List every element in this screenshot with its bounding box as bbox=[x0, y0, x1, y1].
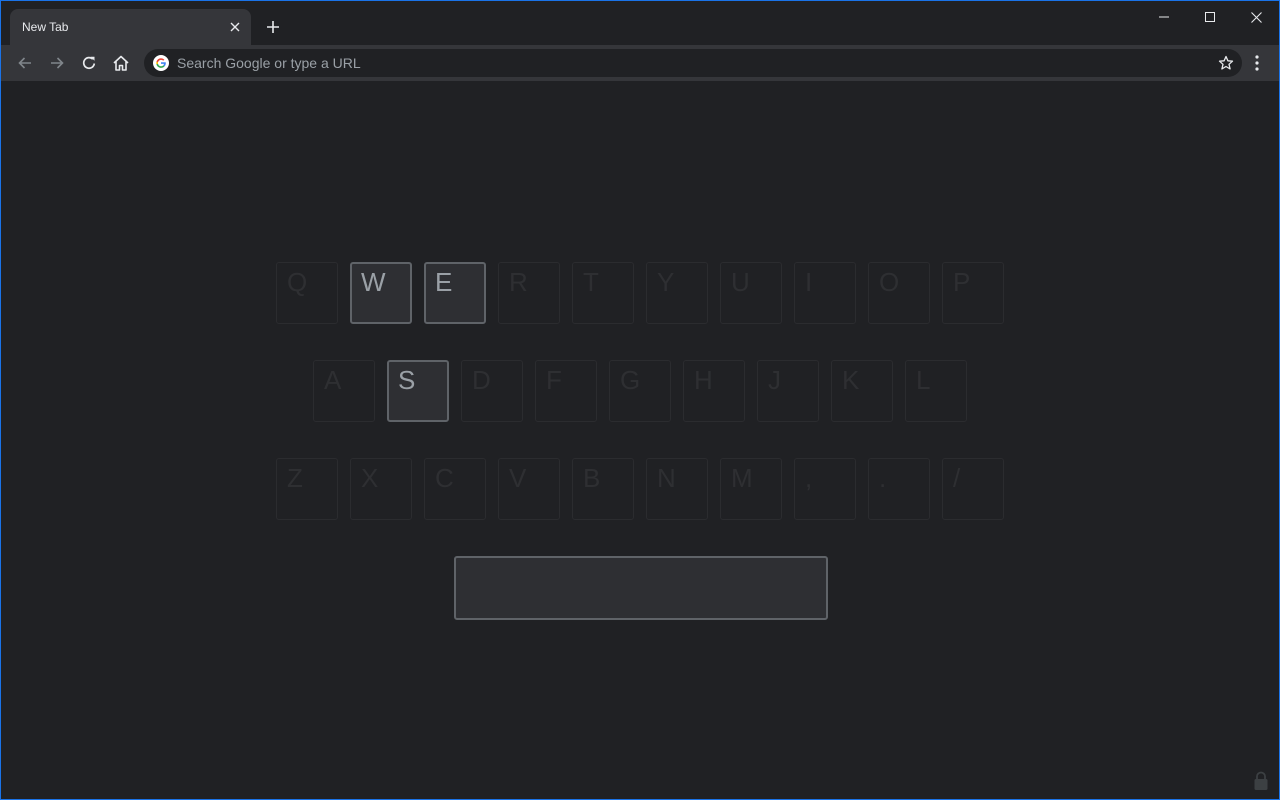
key-row1-4: T bbox=[572, 262, 634, 324]
key-label: Q bbox=[287, 267, 308, 297]
key-row3-4: B bbox=[572, 458, 634, 520]
key-label: E bbox=[435, 267, 453, 297]
key-label: N bbox=[657, 463, 676, 493]
key-label: Z bbox=[287, 463, 303, 493]
key-label: F bbox=[546, 365, 562, 395]
key-label: D bbox=[472, 365, 491, 395]
key-label: K bbox=[842, 365, 860, 395]
key-label: M bbox=[731, 463, 753, 493]
reload-icon bbox=[82, 56, 96, 70]
plus-icon bbox=[267, 21, 279, 33]
key-label: L bbox=[916, 365, 931, 395]
key-row2-7: K bbox=[831, 360, 893, 422]
key-label: V bbox=[509, 463, 527, 493]
maximize-button[interactable] bbox=[1187, 1, 1233, 33]
minimize-button[interactable] bbox=[1141, 1, 1187, 33]
key-label: U bbox=[731, 267, 750, 297]
key-row3-0: Z bbox=[276, 458, 338, 520]
reload-button[interactable] bbox=[75, 49, 103, 77]
key-row3-7: , bbox=[794, 458, 856, 520]
key-row3-2: C bbox=[424, 458, 486, 520]
minimize-icon bbox=[1159, 16, 1169, 18]
key-label: S bbox=[398, 365, 416, 395]
toolbar bbox=[1, 45, 1279, 81]
key-label: / bbox=[953, 463, 961, 493]
key-row2-1: S bbox=[387, 360, 449, 422]
key-row2-0: A bbox=[313, 360, 375, 422]
lock-icon bbox=[1254, 771, 1268, 790]
key-label: J bbox=[768, 365, 781, 395]
key-label: H bbox=[694, 365, 713, 395]
key-label: A bbox=[324, 365, 342, 395]
google-icon bbox=[153, 55, 169, 71]
key-label: R bbox=[509, 267, 528, 297]
search-input[interactable] bbox=[177, 49, 1177, 77]
key-row1-6: U bbox=[720, 262, 782, 324]
tab-new-tab[interactable]: New Tab bbox=[10, 9, 251, 45]
key-row3-3: V bbox=[498, 458, 560, 520]
key-row2-2: D bbox=[461, 360, 523, 422]
key-label: G bbox=[620, 365, 641, 395]
forward-button[interactable] bbox=[43, 49, 71, 77]
close-icon bbox=[1250, 11, 1262, 23]
back-button[interactable] bbox=[11, 49, 39, 77]
key-label: , bbox=[805, 463, 813, 493]
tab-strip: New Tab bbox=[1, 1, 1279, 45]
key-row2-8: L bbox=[905, 360, 967, 422]
key-row2-5: H bbox=[683, 360, 745, 422]
arrow-right-icon bbox=[51, 57, 64, 69]
key-row1-0: Q bbox=[276, 262, 338, 324]
key-row1-3: R bbox=[498, 262, 560, 324]
close-window-button[interactable] bbox=[1233, 1, 1279, 33]
omnibox[interactable] bbox=[144, 49, 1242, 77]
key-row2-6: J bbox=[757, 360, 819, 422]
key-row1-2: E bbox=[424, 262, 486, 324]
key-label: O bbox=[879, 267, 900, 297]
home-button[interactable] bbox=[107, 49, 135, 77]
key-row1-1: W bbox=[350, 262, 412, 324]
key-label: B bbox=[583, 463, 601, 493]
arrow-left-icon bbox=[18, 57, 31, 69]
key-label: Y bbox=[657, 267, 675, 297]
star-icon[interactable] bbox=[1218, 55, 1234, 71]
key-row3-5: N bbox=[646, 458, 708, 520]
key-label: X bbox=[361, 463, 379, 493]
spacebar-key bbox=[454, 556, 828, 620]
key-label: W bbox=[361, 267, 386, 297]
key-row3-9: / bbox=[942, 458, 1004, 520]
key-row1-5: Y bbox=[646, 262, 708, 324]
tab-title: New Tab bbox=[22, 20, 69, 34]
key-label: P bbox=[953, 267, 971, 297]
key-row3-8: . bbox=[868, 458, 930, 520]
key-row1-8: O bbox=[868, 262, 930, 324]
maximize-icon bbox=[1205, 12, 1215, 22]
home-icon bbox=[113, 55, 129, 71]
key-label: C bbox=[435, 463, 454, 493]
new-tab-button[interactable] bbox=[261, 15, 285, 39]
key-row2-3: F bbox=[535, 360, 597, 422]
close-tab-icon[interactable] bbox=[227, 19, 243, 35]
key-row1-9: P bbox=[942, 262, 1004, 324]
menu-button[interactable] bbox=[1245, 49, 1269, 77]
more-vert-icon bbox=[1255, 55, 1259, 71]
key-label: T bbox=[583, 267, 599, 297]
key-label: I bbox=[805, 267, 813, 297]
key-row3-6: M bbox=[720, 458, 782, 520]
key-row3-1: X bbox=[350, 458, 412, 520]
key-label: . bbox=[879, 463, 887, 493]
browser-window: New Tab Search Google or type a URL Q W … bbox=[0, 0, 1280, 800]
key-row2-4: G bbox=[609, 360, 671, 422]
key-row1-7: I bbox=[794, 262, 856, 324]
